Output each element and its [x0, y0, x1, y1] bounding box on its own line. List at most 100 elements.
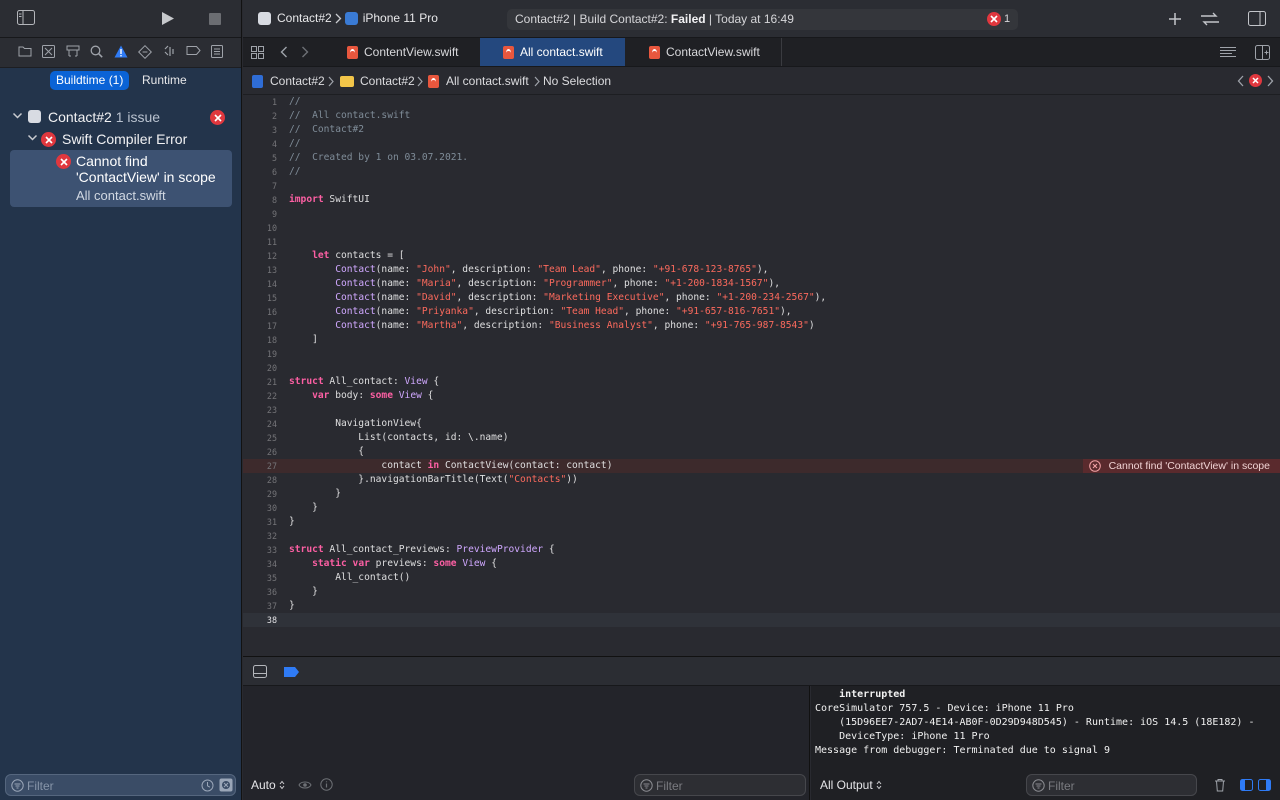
split-editor-icon[interactable] — [1255, 45, 1270, 60]
activity-status[interactable]: Contact#2 | Build Contact#2: Failed | To… — [507, 9, 1018, 30]
code-line[interactable]: 34 static var previews: some View { — [243, 557, 1280, 571]
code-line[interactable]: 35 All_contact() — [243, 571, 1280, 585]
info-icon[interactable] — [320, 778, 333, 791]
code-line[interactable]: 28 }.navigationBarTitle(Text("Contacts")… — [243, 473, 1280, 487]
run-icon[interactable] — [161, 11, 175, 26]
code-line[interactable]: 17 Contact(name: "Martha", description: … — [243, 319, 1280, 333]
next-issue-icon[interactable] — [1267, 75, 1274, 87]
code-line[interactable]: 12 let contacts = [ — [243, 249, 1280, 263]
code-line[interactable]: 16 Contact(name: "Priyanka", description… — [243, 305, 1280, 319]
code-line[interactable]: 10 — [243, 221, 1280, 235]
inline-error-message[interactable]: Cannot find 'ContactView' in scope — [1082, 459, 1280, 473]
error-icon[interactable] — [1249, 74, 1262, 87]
console-view[interactable]: interrupted CoreSimulator 757.5 - Device… — [811, 686, 1280, 800]
segment-buildtime[interactable]: Buildtime (1) — [50, 71, 130, 90]
sidebar-toggle-icon[interactable] — [17, 10, 35, 25]
prev-issue-icon[interactable] — [1237, 75, 1244, 87]
jump-project[interactable]: Contact#2 — [252, 74, 325, 88]
tab-all-contact[interactable]: All contact.swift — [480, 38, 625, 66]
code-line[interactable]: 32 — [243, 529, 1280, 543]
jump-file[interactable]: All contact.swift — [428, 74, 529, 88]
code-line[interactable]: 18 ] — [243, 333, 1280, 347]
issue-message-line1: Cannot find — [76, 153, 148, 169]
code-line[interactable]: 38 — [243, 613, 1280, 627]
code-line[interactable]: 15 Contact(name: "David", description: "… — [243, 291, 1280, 305]
code-line[interactable]: 31} — [243, 515, 1280, 529]
code-line[interactable]: 33 struct All_contact_Previews: PreviewPr… — [243, 543, 1280, 557]
code-line[interactable]: 5 // Created by 1 on 03.07.2021. — [243, 151, 1280, 165]
code-line[interactable]: 25 List(contacts, id: \.name) — [243, 431, 1280, 445]
variables-filter[interactable]: Filter — [634, 774, 806, 796]
code-line[interactable]: 27 contact in ContactView(contact: conta… — [243, 459, 1280, 473]
source-editor[interactable]: 1 // 2 // All contact.swift 3 // Contact#2 4 //… — [243, 95, 1280, 656]
code-line[interactable]: 13 Contact(name: "John", description: "T… — [243, 263, 1280, 277]
tree-group-row[interactable]: Swift Compiler Error — [0, 128, 242, 150]
eye-icon[interactable] — [298, 780, 312, 790]
code-token: contacts = [ — [329, 250, 405, 261]
code-line[interactable]: 24 NavigationView{ — [243, 417, 1280, 431]
code-line[interactable]: 3 // Contact#2 — [243, 123, 1280, 137]
breakpoints-toggle-icon[interactable] — [284, 667, 299, 677]
scheme-selector[interactable]: Contact#2 iPhone 11 Pro — [258, 11, 438, 25]
test-icon[interactable] — [138, 45, 152, 59]
code-line[interactable]: 8 import SwiftUI — [243, 193, 1280, 207]
auto-selector[interactable]: Auto — [251, 778, 285, 792]
code-line[interactable]: 2 // All contact.swift — [243, 109, 1280, 123]
issue-filter-toggle-icon[interactable] — [219, 778, 233, 792]
code-line[interactable]: 11 — [243, 235, 1280, 249]
report-icon[interactable] — [211, 45, 223, 58]
hierarchy-icon[interactable] — [66, 45, 80, 58]
code-line[interactable]: 1 // — [243, 95, 1280, 109]
editor-options-icon[interactable] — [1219, 46, 1237, 59]
inspector-toggle-icon[interactable] — [1248, 11, 1266, 26]
debug-icon[interactable] — [162, 45, 176, 58]
code-line[interactable]: 19 — [243, 347, 1280, 361]
tab-contactview[interactable]: ContactView.swift — [627, 38, 782, 66]
code-line[interactable]: 22 var body: some View { — [243, 389, 1280, 403]
code-line[interactable]: 36 } — [243, 585, 1280, 599]
code-line[interactable]: 14 Contact(name: "Maria", description: "… — [243, 277, 1280, 291]
jump-selection[interactable]: No Selection — [543, 74, 611, 88]
code-line[interactable]: 37} — [243, 599, 1280, 613]
code-line[interactable]: 23 — [243, 403, 1280, 417]
console-line: CoreSimulator 757.5 - Device: iPhone 11 … — [815, 703, 1074, 714]
console-filter[interactable]: Filter — [1026, 774, 1197, 796]
issue-item-selected[interactable]: Cannot find 'ContactView' in scope All c… — [10, 150, 232, 207]
find-icon[interactable] — [90, 45, 103, 58]
forward-icon[interactable] — [301, 46, 309, 58]
code-line[interactable]: 30 } — [243, 501, 1280, 515]
show-console-icon[interactable] — [1258, 779, 1271, 791]
code-line[interactable]: 7 — [243, 179, 1280, 193]
tree-project-row[interactable]: Contact#2 1 issue — [0, 106, 242, 128]
code-line[interactable]: 4 // — [243, 137, 1280, 151]
stop-icon[interactable] — [209, 13, 221, 25]
breakpoint-icon[interactable] — [186, 45, 201, 56]
grid-icon[interactable] — [251, 46, 264, 59]
code-line[interactable]: 20 — [243, 361, 1280, 375]
trash-icon[interactable] — [1214, 778, 1226, 792]
code-line[interactable]: 29 } — [243, 487, 1280, 501]
hide-debug-area-icon[interactable] — [253, 665, 267, 678]
code-line[interactable]: 9 — [243, 207, 1280, 221]
code-review-icon[interactable] — [1200, 12, 1220, 26]
folder-icon[interactable] — [18, 45, 32, 57]
code-line[interactable]: 6 // — [243, 165, 1280, 179]
chevron-down-icon[interactable] — [12, 110, 23, 121]
code-line[interactable]: 26 { — [243, 445, 1280, 459]
tab-contentview[interactable]: ContentView.swift — [333, 38, 478, 66]
filter-icon — [11, 779, 24, 792]
line-number: 29 — [266, 489, 277, 499]
code-token: "Team Head" — [560, 306, 625, 317]
source-control-icon[interactable] — [42, 45, 55, 58]
issue-warning-icon[interactable] — [114, 45, 128, 58]
jump-group[interactable]: Contact#2 — [340, 74, 415, 88]
segment-runtime[interactable]: Runtime — [136, 71, 193, 90]
recent-icon[interactable] — [201, 779, 214, 792]
add-icon[interactable] — [1168, 12, 1182, 26]
code-line[interactable]: 21 struct All_contact: View { — [243, 375, 1280, 389]
show-variables-icon[interactable] — [1240, 779, 1253, 791]
output-selector[interactable]: All Output — [820, 778, 882, 792]
back-icon[interactable] — [280, 46, 288, 58]
navigator-filter[interactable]: Filter — [5, 774, 236, 796]
chevron-down-icon[interactable] — [27, 132, 38, 143]
